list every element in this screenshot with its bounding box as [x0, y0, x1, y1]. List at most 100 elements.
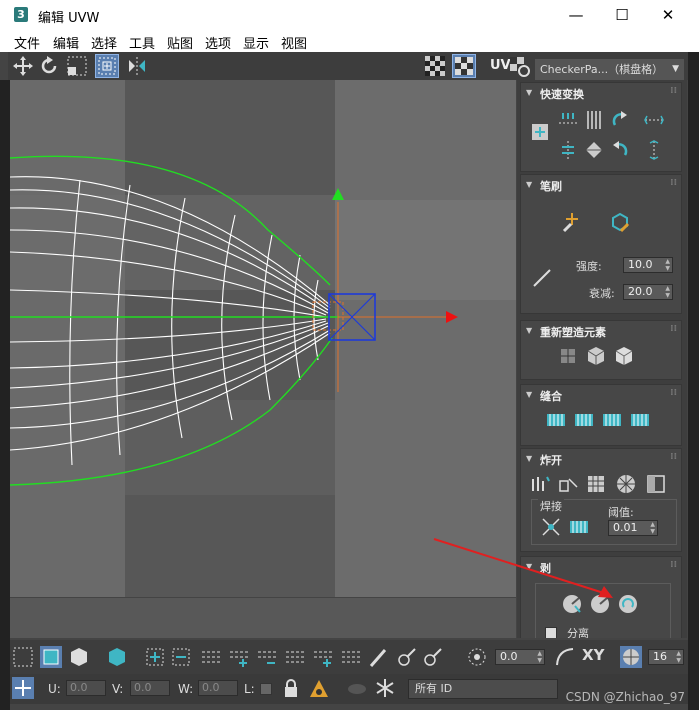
- stitch-to-source-icon[interactable]: [573, 409, 595, 431]
- soft-selection-icon[interactable]: [466, 646, 488, 668]
- ring-add-icon[interactable]: [228, 646, 250, 668]
- xy-label[interactable]: XY: [582, 646, 604, 664]
- map-settings-icon[interactable]: [508, 55, 530, 77]
- align-y-icon[interactable]: [557, 139, 579, 161]
- split-icon[interactable]: [557, 473, 579, 495]
- paint-select-icon[interactable]: [368, 646, 390, 668]
- freeze-icon[interactable]: [374, 677, 396, 699]
- strength-spinner[interactable]: 10.0 ▲ ▼: [623, 257, 673, 273]
- align-to-edge-icon[interactable]: [583, 139, 605, 161]
- weld-label: 焊接: [538, 498, 564, 514]
- set-pivot-icon[interactable]: [529, 121, 551, 143]
- frame-icon[interactable]: [645, 473, 667, 495]
- flatten-icon[interactable]: [613, 345, 635, 367]
- stitch-average-icon[interactable]: [601, 409, 623, 431]
- align-vertical-icon[interactable]: [583, 109, 605, 131]
- grow-selection-icon[interactable]: [144, 646, 166, 668]
- absolute-mode-icon[interactable]: [12, 677, 34, 699]
- element-cube-icon[interactable]: [106, 646, 128, 668]
- paint-add-icon[interactable]: [396, 646, 418, 668]
- hide-icon[interactable]: [346, 677, 368, 699]
- menu-tools[interactable]: 工具: [129, 33, 155, 52]
- l-checkbox[interactable]: [260, 683, 272, 695]
- rollout-header-explode[interactable]: ▼ 炸开 ⁞⁞: [521, 452, 681, 468]
- lock-icon[interactable]: [280, 677, 302, 699]
- v-field[interactable]: 0.0: [130, 680, 170, 696]
- count-spinner[interactable]: 16 ▲ ▼: [648, 649, 684, 665]
- show-hidden-icon[interactable]: [308, 677, 330, 699]
- detach-checkbox[interactable]: [545, 627, 557, 638]
- stitch-custom-icon[interactable]: [545, 409, 567, 431]
- texture-display-icon[interactable]: [452, 54, 476, 78]
- rollout-header-stitch[interactable]: ▼ 缝合 ⁞⁞: [521, 388, 681, 404]
- brush-line-icon[interactable]: [531, 267, 553, 289]
- outer-left-edge: [0, 80, 10, 710]
- rotate-ccw-icon[interactable]: [609, 109, 631, 131]
- texture-map-label: CheckerPa...（棋盘格）: [540, 63, 664, 76]
- rotate-icon[interactable]: [38, 55, 60, 77]
- annotation-arrow: [433, 538, 613, 598]
- grip-icon: ⁞⁞: [670, 388, 677, 398]
- v-label: V:: [112, 682, 124, 696]
- falloff-spinner[interactable]: 20.0 ▲ ▼: [623, 284, 673, 300]
- collapse-triangle-icon: ▼: [526, 326, 533, 335]
- space-vertical-icon[interactable]: [643, 139, 665, 161]
- close-button[interactable]: ✕: [645, 0, 691, 30]
- loop-remove-icon[interactable]: [340, 646, 362, 668]
- space-horizontal-icon[interactable]: [643, 109, 665, 131]
- menu-file[interactable]: 文件: [14, 33, 40, 52]
- select-element-icon[interactable]: [40, 646, 62, 668]
- w-label: W:: [178, 682, 194, 696]
- minimize-button[interactable]: —: [553, 0, 599, 30]
- loop-add-icon[interactable]: [312, 646, 334, 668]
- w-field[interactable]: 0.0: [198, 680, 238, 696]
- ring-remove-icon[interactable]: [256, 646, 278, 668]
- relax-brush-icon[interactable]: [609, 211, 631, 233]
- falloff-curve-icon[interactable]: [554, 646, 576, 668]
- menu-mapping[interactable]: 贴图: [167, 33, 193, 52]
- relax-icon[interactable]: [585, 345, 607, 367]
- rollout-header-brush[interactable]: ▼ 笔刷 ⁞⁞: [521, 178, 681, 194]
- rotate-cw-icon[interactable]: [609, 139, 631, 161]
- menu-edit[interactable]: 编辑: [53, 33, 79, 52]
- texture-map-dropdown[interactable]: CheckerPa...（棋盘格） ▼: [535, 59, 684, 80]
- paint-move-icon[interactable]: [561, 211, 583, 233]
- select-rect-icon[interactable]: [12, 646, 34, 668]
- menu-options[interactable]: 选项: [205, 33, 231, 52]
- detach-label: 分离: [567, 627, 589, 638]
- menu-view[interactable]: 视图: [281, 33, 307, 52]
- rollout-title: 笔刷: [540, 180, 562, 193]
- rollout-header-reshape[interactable]: ▼ 重新塑造元素 ⁞⁞: [521, 324, 681, 340]
- grip-icon: ⁞⁞: [670, 452, 677, 462]
- stitch-to-target-icon[interactable]: [629, 409, 651, 431]
- freeform-icon[interactable]: [95, 54, 119, 78]
- shrink-selection-icon[interactable]: [170, 646, 192, 668]
- rollout-stitch: ▼ 缝合 ⁞⁞: [520, 384, 682, 446]
- uv-canvas[interactable]: [10, 80, 516, 597]
- u-field[interactable]: 0.0: [66, 680, 106, 696]
- menu-display[interactable]: 显示: [243, 33, 269, 52]
- grid-snap-icon[interactable]: [620, 646, 642, 668]
- break-icon[interactable]: [529, 473, 551, 495]
- soft-selection-spinner[interactable]: 0.0 ▲ ▼: [495, 649, 545, 665]
- id-filter-dropdown[interactable]: 所有 ID: [408, 679, 558, 699]
- rollout-header-quick-transform[interactable]: ▼ 快速变换 ⁞⁞: [521, 86, 681, 102]
- paint-remove-icon[interactable]: [422, 646, 444, 668]
- threshold-spinner[interactable]: 0.01 ▲ ▼: [608, 520, 658, 536]
- menu-select[interactable]: 选择: [91, 33, 117, 52]
- checker-sphere-icon[interactable]: [615, 473, 637, 495]
- checker-icon[interactable]: [424, 55, 446, 77]
- scale-icon[interactable]: [66, 55, 88, 77]
- grid-flatten-icon[interactable]: [585, 473, 607, 495]
- straighten-icon[interactable]: [557, 345, 579, 367]
- select-cube-icon[interactable]: [68, 646, 90, 668]
- mirror-icon[interactable]: [126, 55, 148, 77]
- ring-grow-icon[interactable]: [200, 646, 222, 668]
- align-horizontal-icon[interactable]: [557, 109, 579, 131]
- uv-viewport[interactable]: [10, 80, 516, 597]
- loop-grow-icon[interactable]: [284, 646, 306, 668]
- maximize-button[interactable]: ☐: [599, 0, 645, 30]
- move-icon[interactable]: [12, 55, 34, 77]
- u-value: 0.0: [70, 681, 88, 694]
- threshold-value: 0.01: [613, 521, 638, 534]
